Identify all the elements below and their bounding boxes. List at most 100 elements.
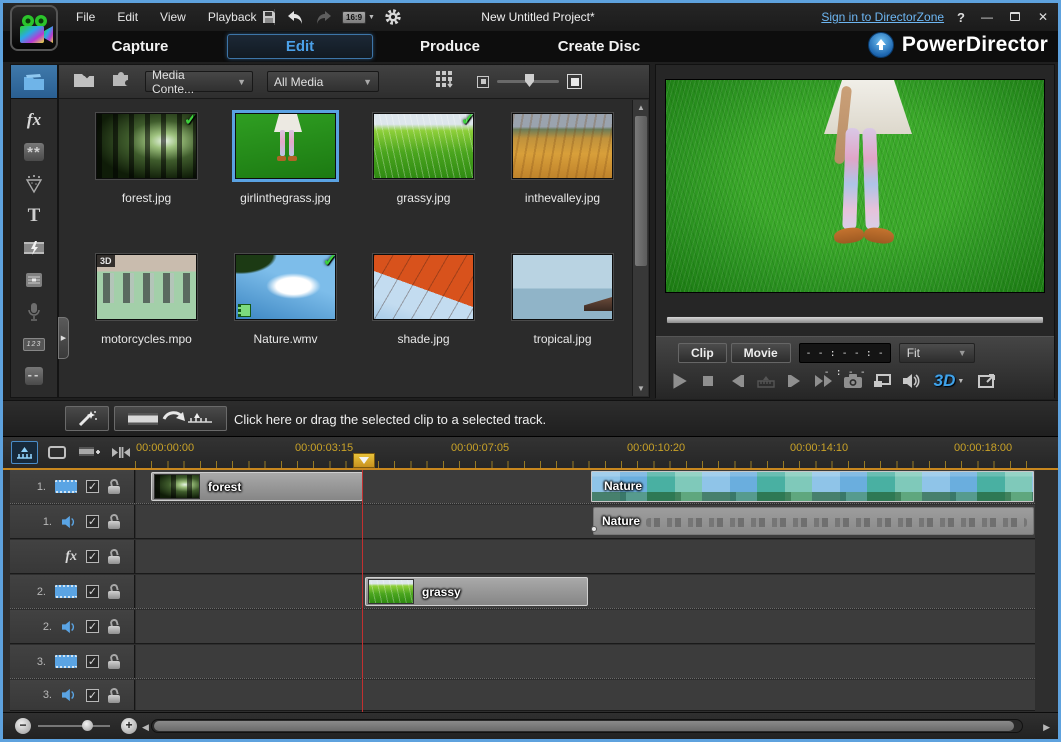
preview-viewport[interactable] [665,79,1045,293]
tab-create-disc[interactable]: Create Disc [531,31,667,62]
tab-edit[interactable]: Edit [227,34,373,59]
signin-directorzone-link[interactable]: Sign in to DirectorZone [821,10,944,24]
subtitle-room-button[interactable]: -- [11,361,57,391]
media-item-nature[interactable]: ✓ Nature.wmv [216,254,355,346]
media-item-tropical[interactable]: tropical.jpg [493,254,632,346]
close-button[interactable]: ✕ [1034,10,1052,24]
preview-seek-bar[interactable] [666,316,1044,324]
track-header-audio-2[interactable]: 2. ✓ [10,610,135,643]
effect-room-button[interactable]: fx [11,105,57,135]
track-lane-video-1[interactable]: forest Nature [136,470,1035,503]
sort-view-icon[interactable] [435,70,455,93]
tab-produce[interactable]: Produce [388,31,512,62]
title-room-button[interactable]: T [11,201,57,231]
media-item-grassy[interactable]: ✓ grassy.jpg [354,113,493,205]
volume-speaker-icon[interactable] [900,369,922,393]
playhead-marker[interactable] [353,453,375,468]
volume-keyframe-node[interactable] [591,526,597,532]
stop-button[interactable] [697,369,719,393]
timeline-ruler[interactable]: 00:00:00:00 00:00:03:15 00:00:07:05 00:0… [135,437,1035,468]
track-header-fx[interactable]: fx ✓ [10,540,135,573]
help-button[interactable]: ? [954,10,968,25]
media-item-girlinthegrass[interactable]: girlinthegrass.jpg [216,113,355,205]
audio-mixing-room-button[interactable] [11,265,57,295]
tab-capture[interactable]: Capture [75,31,205,62]
zoom-slider-thumb[interactable] [82,720,93,731]
track-lane-video-3[interactable] [136,645,1035,678]
track-lock-icon[interactable] [108,584,120,599]
track-enable-checkbox[interactable]: ✓ [86,689,99,702]
maximize-button[interactable] [1006,10,1024,24]
redo-icon[interactable] [314,10,333,25]
scroll-left-icon[interactable]: ◀ [142,722,149,733]
thumbnail-forest[interactable]: ✓ [96,113,197,179]
large-thumbnail-icon[interactable] [567,74,582,89]
media-room-button[interactable] [11,65,57,99]
track-lane-audio-1[interactable]: Nature [136,505,1035,538]
track-lock-icon[interactable] [108,654,120,669]
thumbnail-shade[interactable] [373,254,474,320]
undo-icon[interactable] [286,10,305,25]
zoom-out-button[interactable]: − [15,718,31,734]
plugin-puzzle-icon[interactable] [109,69,131,94]
track-header-video-3[interactable]: 3. ✓ [10,645,135,678]
track-lock-icon[interactable] [108,479,120,494]
minimize-button[interactable]: — [978,10,996,24]
media-item-shade[interactable]: shade.jpg [354,254,493,346]
chapter-room-button[interactable]: 123 [11,329,57,359]
track-enable-checkbox[interactable]: ✓ [86,515,99,528]
next-frame-button[interactable] [784,369,806,393]
media-item-motorcycles[interactable]: 3D motorcycles.mpo [77,254,216,346]
track-lane-fx[interactable] [136,540,1035,573]
media-filter-dropdown[interactable]: All Media ▼ [267,71,379,92]
scrollbar-thumb[interactable] [635,116,647,266]
track-enable-checkbox[interactable]: ✓ [86,550,99,563]
track-enable-checkbox[interactable]: ✓ [86,655,99,668]
thumbnail-inthevalley[interactable] [512,113,613,179]
menu-file[interactable]: File [67,6,104,28]
clip-forest[interactable]: forest [151,472,363,501]
menu-view[interactable]: View [151,6,195,28]
track-header-video-1[interactable]: 1. ✓ [10,470,135,503]
save-icon[interactable] [261,9,277,25]
scroll-up-icon[interactable]: ▲ [633,103,649,112]
transition-room-button[interactable] [11,233,57,263]
media-item-forest[interactable]: ✓ forest.jpg [77,113,216,205]
track-lane-audio-2[interactable] [136,610,1035,643]
insert-to-timeline-button[interactable] [114,406,227,431]
aspect-ratio-dropdown[interactable]: 16:9 ▼ [342,11,375,24]
particle-room-button[interactable] [11,169,57,199]
track-header-audio-3[interactable]: 3. ✓ [10,680,135,710]
track-header-audio-1[interactable]: 1. ✓ [10,505,135,538]
slider-thumb[interactable] [525,74,534,87]
upgrade-arrow-icon[interactable] [868,32,894,58]
play-button[interactable] [668,369,690,393]
media-item-inthevalley[interactable]: inthevalley.jpg [493,113,632,205]
clip-nature-video[interactable]: Nature [591,471,1034,502]
settings-gear-icon[interactable] [384,8,402,26]
library-scrollbar[interactable]: ▲ ▼ [632,100,648,396]
dual-preview-icon[interactable] [871,369,893,393]
clip-mode-button[interactable]: Clip [678,343,727,363]
track-lock-icon[interactable] [108,619,120,634]
fast-forward-button[interactable] [813,369,835,393]
thumbnail-motorcycles[interactable]: 3D [96,254,197,320]
add-track-button[interactable] [75,441,102,464]
menu-edit[interactable]: Edit [108,6,147,28]
thumbnail-tropical[interactable] [512,254,613,320]
track-enable-checkbox[interactable]: ✓ [86,480,99,493]
snap-toggle-button[interactable] [107,441,134,464]
track-header-video-2[interactable]: 2. ✓ [10,575,135,608]
scroll-down-icon[interactable]: ▼ [633,384,649,393]
import-media-icon[interactable] [73,69,95,94]
timeline-zoom-slider[interactable] [38,725,110,727]
track-lock-icon[interactable] [108,549,120,564]
thumbnail-size-slider[interactable] [497,80,559,83]
panel-flyout-handle[interactable]: ▶ [58,317,69,359]
undock-preview-icon[interactable] [976,369,998,393]
small-thumbnail-icon[interactable] [477,76,489,88]
storyboard-view-button[interactable] [43,441,70,464]
track-lane-video-2[interactable]: grassy [136,575,1035,608]
timeline-horizontal-scrollbar[interactable] [151,719,1023,733]
thumbnail-girlinthegrass[interactable] [235,113,336,179]
